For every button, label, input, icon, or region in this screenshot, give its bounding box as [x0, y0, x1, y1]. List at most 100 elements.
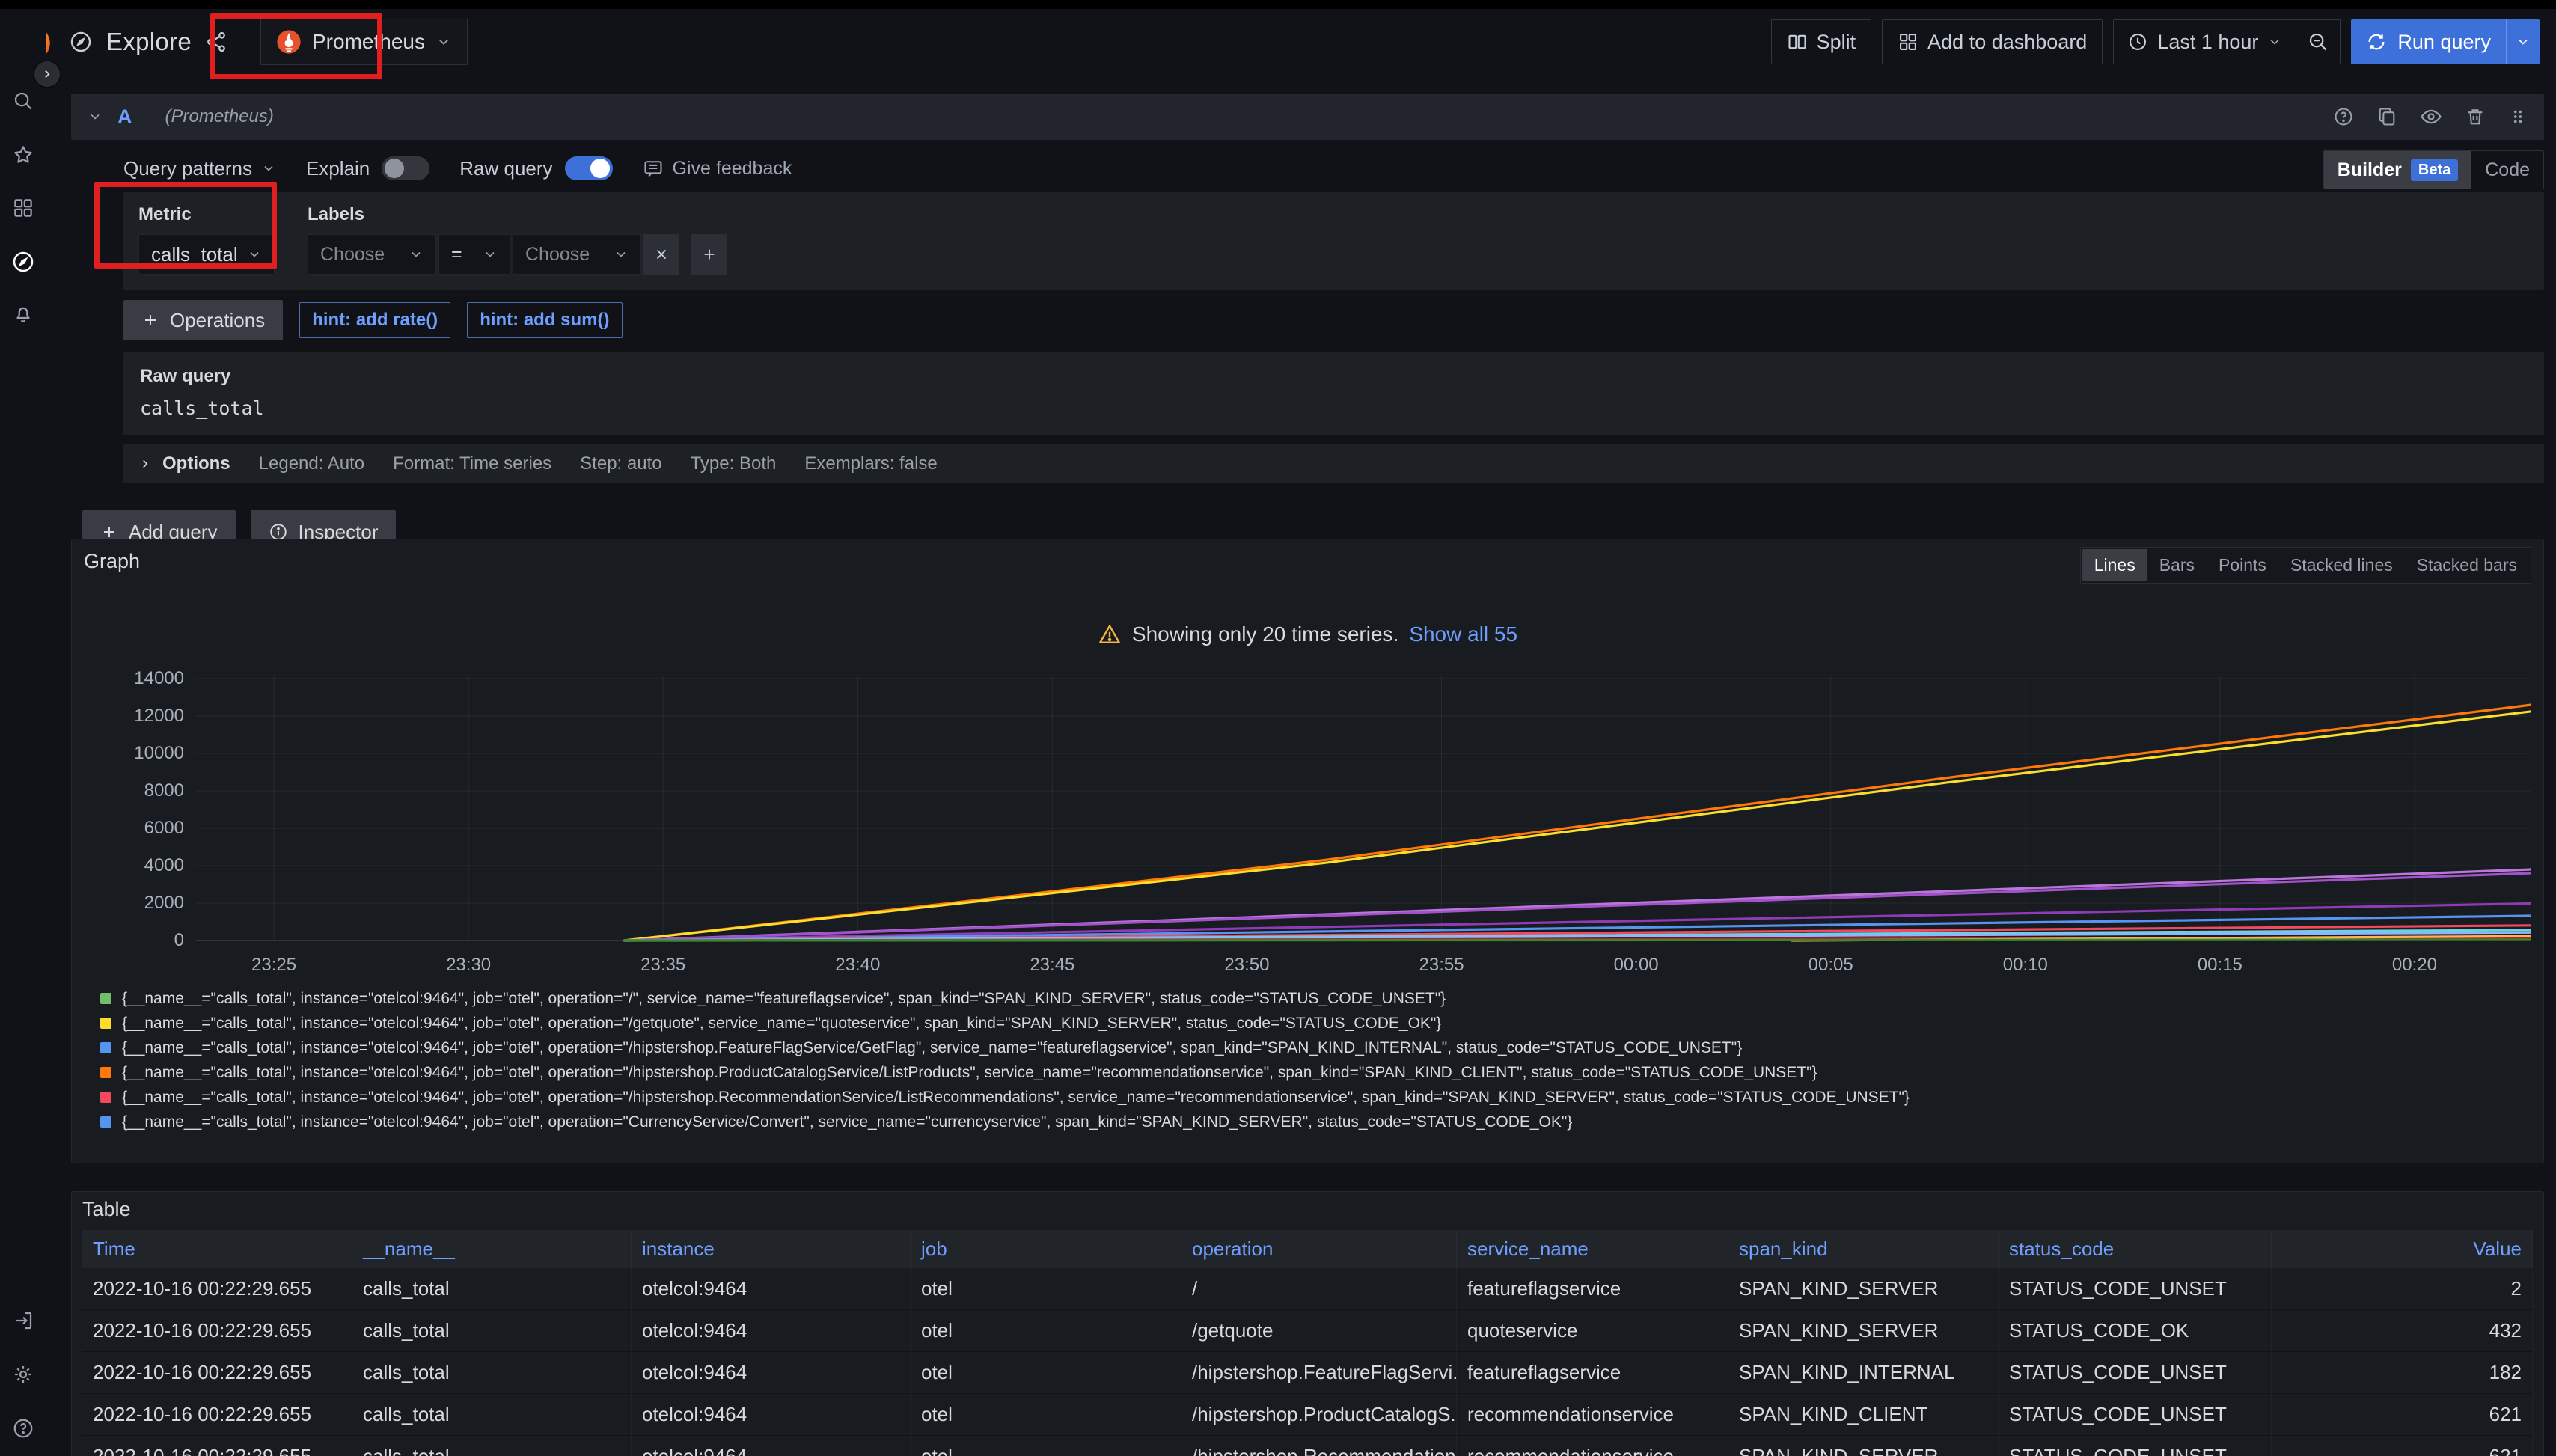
trash-icon[interactable] — [2465, 105, 2486, 128]
datasource-picker[interactable]: Prometheus — [260, 19, 468, 65]
hint-add-sum-button[interactable]: hint: add sum() — [467, 302, 622, 338]
table-cell: otel — [911, 1394, 1181, 1436]
options-summary-item: Format: Time series — [393, 453, 551, 474]
add-label-filter-button[interactable] — [691, 234, 727, 275]
label-value-select[interactable]: Choose — [513, 234, 641, 275]
apps-icon[interactable] — [12, 197, 34, 219]
table-cell: /getquote — [1181, 1310, 1457, 1352]
options-summary-item: Step: auto — [580, 453, 661, 474]
table-cell: otelcol:9464 — [632, 1394, 911, 1436]
query-patterns-dropdown[interactable]: Query patterns — [123, 157, 276, 180]
sidebar-expand-button[interactable] — [33, 60, 61, 88]
drag-handle-icon[interactable] — [2508, 105, 2528, 128]
help-circle-icon[interactable] — [2333, 105, 2354, 128]
metric-select[interactable]: calls_total — [138, 234, 275, 275]
explore-compass-icon[interactable] — [11, 250, 35, 274]
search-icon[interactable] — [12, 90, 34, 112]
gear-icon[interactable] — [12, 1363, 34, 1386]
time-picker-group: Last 1 hour — [2113, 19, 2341, 64]
table-cell: featureflagservice — [1457, 1352, 1728, 1394]
column-header-spankind[interactable]: span_kind — [1728, 1230, 1999, 1268]
legend-swatch — [100, 1018, 111, 1029]
split-icon — [1787, 31, 1808, 52]
explain-toggle[interactable] — [382, 156, 429, 180]
graph-mode-bars[interactable]: Bars — [2147, 549, 2207, 581]
sign-in-icon[interactable] — [12, 1309, 34, 1332]
table-cell: otel — [911, 1352, 1181, 1394]
query-row-header[interactable]: A (Prometheus) — [71, 94, 2544, 140]
options-summary-item: Exemplars: false — [804, 453, 937, 474]
table-cell: STATUS_CODE_UNSET — [1999, 1394, 2272, 1436]
table-cell: calls_total — [352, 1394, 632, 1436]
column-header-statuscode[interactable]: status_code — [1999, 1230, 2272, 1268]
code-tab[interactable]: Code — [2471, 151, 2543, 189]
legend-item[interactable]: {__name__="calls_total", instance="otelc… — [100, 1110, 2531, 1134]
zoom-out-time-button[interactable] — [2296, 20, 2340, 64]
builder-tab[interactable]: Builder Beta — [2324, 151, 2471, 189]
column-header-servicename[interactable]: service_name — [1457, 1230, 1728, 1268]
legend-item[interactable]: {__name__="calls_total", instance="otelc… — [100, 1036, 2531, 1060]
legend-item[interactable]: {__name__="calls_total", instance="otelc… — [100, 1011, 2531, 1036]
metric-group: Metric calls_total — [138, 204, 275, 275]
legend-item[interactable]: {__name__="calls_total", instance="otelc… — [100, 1085, 2531, 1110]
legend-label: {__name__="calls_total", instance="otelc… — [122, 1039, 1742, 1057]
graph-mode-stacked-lines[interactable]: Stacked lines — [2278, 549, 2405, 581]
legend-item[interactable]: {__name__="calls_total", instance="otelc… — [100, 1060, 2531, 1085]
bell-icon[interactable] — [12, 303, 34, 325]
chevron-down-icon[interactable] — [88, 109, 103, 124]
table-cell: 2022-10-16 00:22:29.655 — [82, 1436, 352, 1456]
graph-mode-points[interactable]: Points — [2207, 549, 2278, 581]
time-range-picker[interactable]: Last 1 hour — [2114, 20, 2296, 64]
code-label: Code — [2485, 159, 2530, 181]
eye-icon[interactable] — [2420, 105, 2442, 128]
column-header-instance[interactable]: instance — [632, 1230, 911, 1268]
column-header-name[interactable]: __name__ — [352, 1230, 632, 1268]
compass-icon — [69, 30, 93, 54]
column-header-operation[interactable]: operation — [1181, 1230, 1457, 1268]
run-query-dropdown[interactable] — [2506, 19, 2540, 64]
datasource-name: Prometheus — [312, 30, 425, 54]
table-cell: calls_total — [352, 1268, 632, 1310]
graph-mode-stacked-bars[interactable]: Stacked bars — [2405, 549, 2529, 581]
y-axis-tick: 0 — [174, 930, 184, 951]
copy-icon[interactable] — [2376, 105, 2397, 128]
split-label: Split — [1817, 31, 1856, 54]
column-header-time[interactable]: Time — [82, 1230, 352, 1268]
star-icon[interactable] — [12, 144, 34, 166]
table-cell: /hipstershop.ProductCatalogS... — [1181, 1394, 1457, 1436]
hint-add-rate-button[interactable]: hint: add rate() — [299, 302, 450, 338]
explain-toggle-wrap: Explain — [306, 156, 429, 180]
remove-label-filter-button[interactable] — [643, 234, 679, 275]
table-cell: recommendationservice — [1457, 1394, 1728, 1436]
column-header-value[interactable]: Value — [2272, 1230, 2533, 1268]
run-query-group: Run query — [2351, 19, 2540, 64]
add-to-dashboard-button[interactable]: Add to dashboard — [1882, 19, 2103, 64]
legend-label: {__name__="calls_total", instance="otelc… — [122, 1015, 1441, 1033]
plot-area[interactable] — [196, 670, 2531, 949]
x-axis-tick: 23:25 — [251, 955, 296, 976]
run-query-button[interactable]: Run query — [2351, 19, 2506, 64]
query-editor-toolbar: Query patterns Explain Raw query Give fe… — [123, 150, 2544, 186]
give-feedback-button[interactable]: Give feedback — [643, 158, 792, 180]
query-ref-id: A — [117, 105, 132, 129]
split-button[interactable]: Split — [1771, 19, 1872, 64]
help-icon[interactable] — [12, 1417, 34, 1440]
time-range-label: Last 1 hour — [2157, 31, 2258, 54]
show-all-series-link[interactable]: Show all 55 — [1409, 623, 1517, 646]
options-expander[interactable]: Options — [138, 453, 230, 474]
add-operation-button[interactable]: Operations — [123, 300, 283, 340]
give-feedback-label: Give feedback — [673, 158, 792, 180]
column-header-job[interactable]: job — [911, 1230, 1181, 1268]
legend-item-clipped[interactable]: {__name__="calls_total", instance="otelc… — [100, 1134, 2531, 1140]
graph-legend: {__name__="calls_total", instance="otelc… — [100, 986, 2531, 1140]
table-cell: 2022-10-16 00:22:29.655 — [82, 1352, 352, 1394]
share-icon[interactable] — [205, 31, 227, 53]
beta-badge: Beta — [2411, 159, 2458, 181]
label-operator-select[interactable]: = — [438, 234, 510, 275]
graph-mode-lines[interactable]: Lines — [2082, 549, 2147, 581]
label-key-select[interactable]: Choose — [308, 234, 436, 275]
legend-item[interactable]: {__name__="calls_total", instance="otelc… — [100, 986, 2531, 1011]
options-collapsed-bar[interactable]: Options Legend: AutoFormat: Time seriesS… — [123, 444, 2544, 483]
raw-query-toggle[interactable] — [565, 156, 613, 180]
table-cell: 2022-10-16 00:22:29.655 — [82, 1394, 352, 1436]
